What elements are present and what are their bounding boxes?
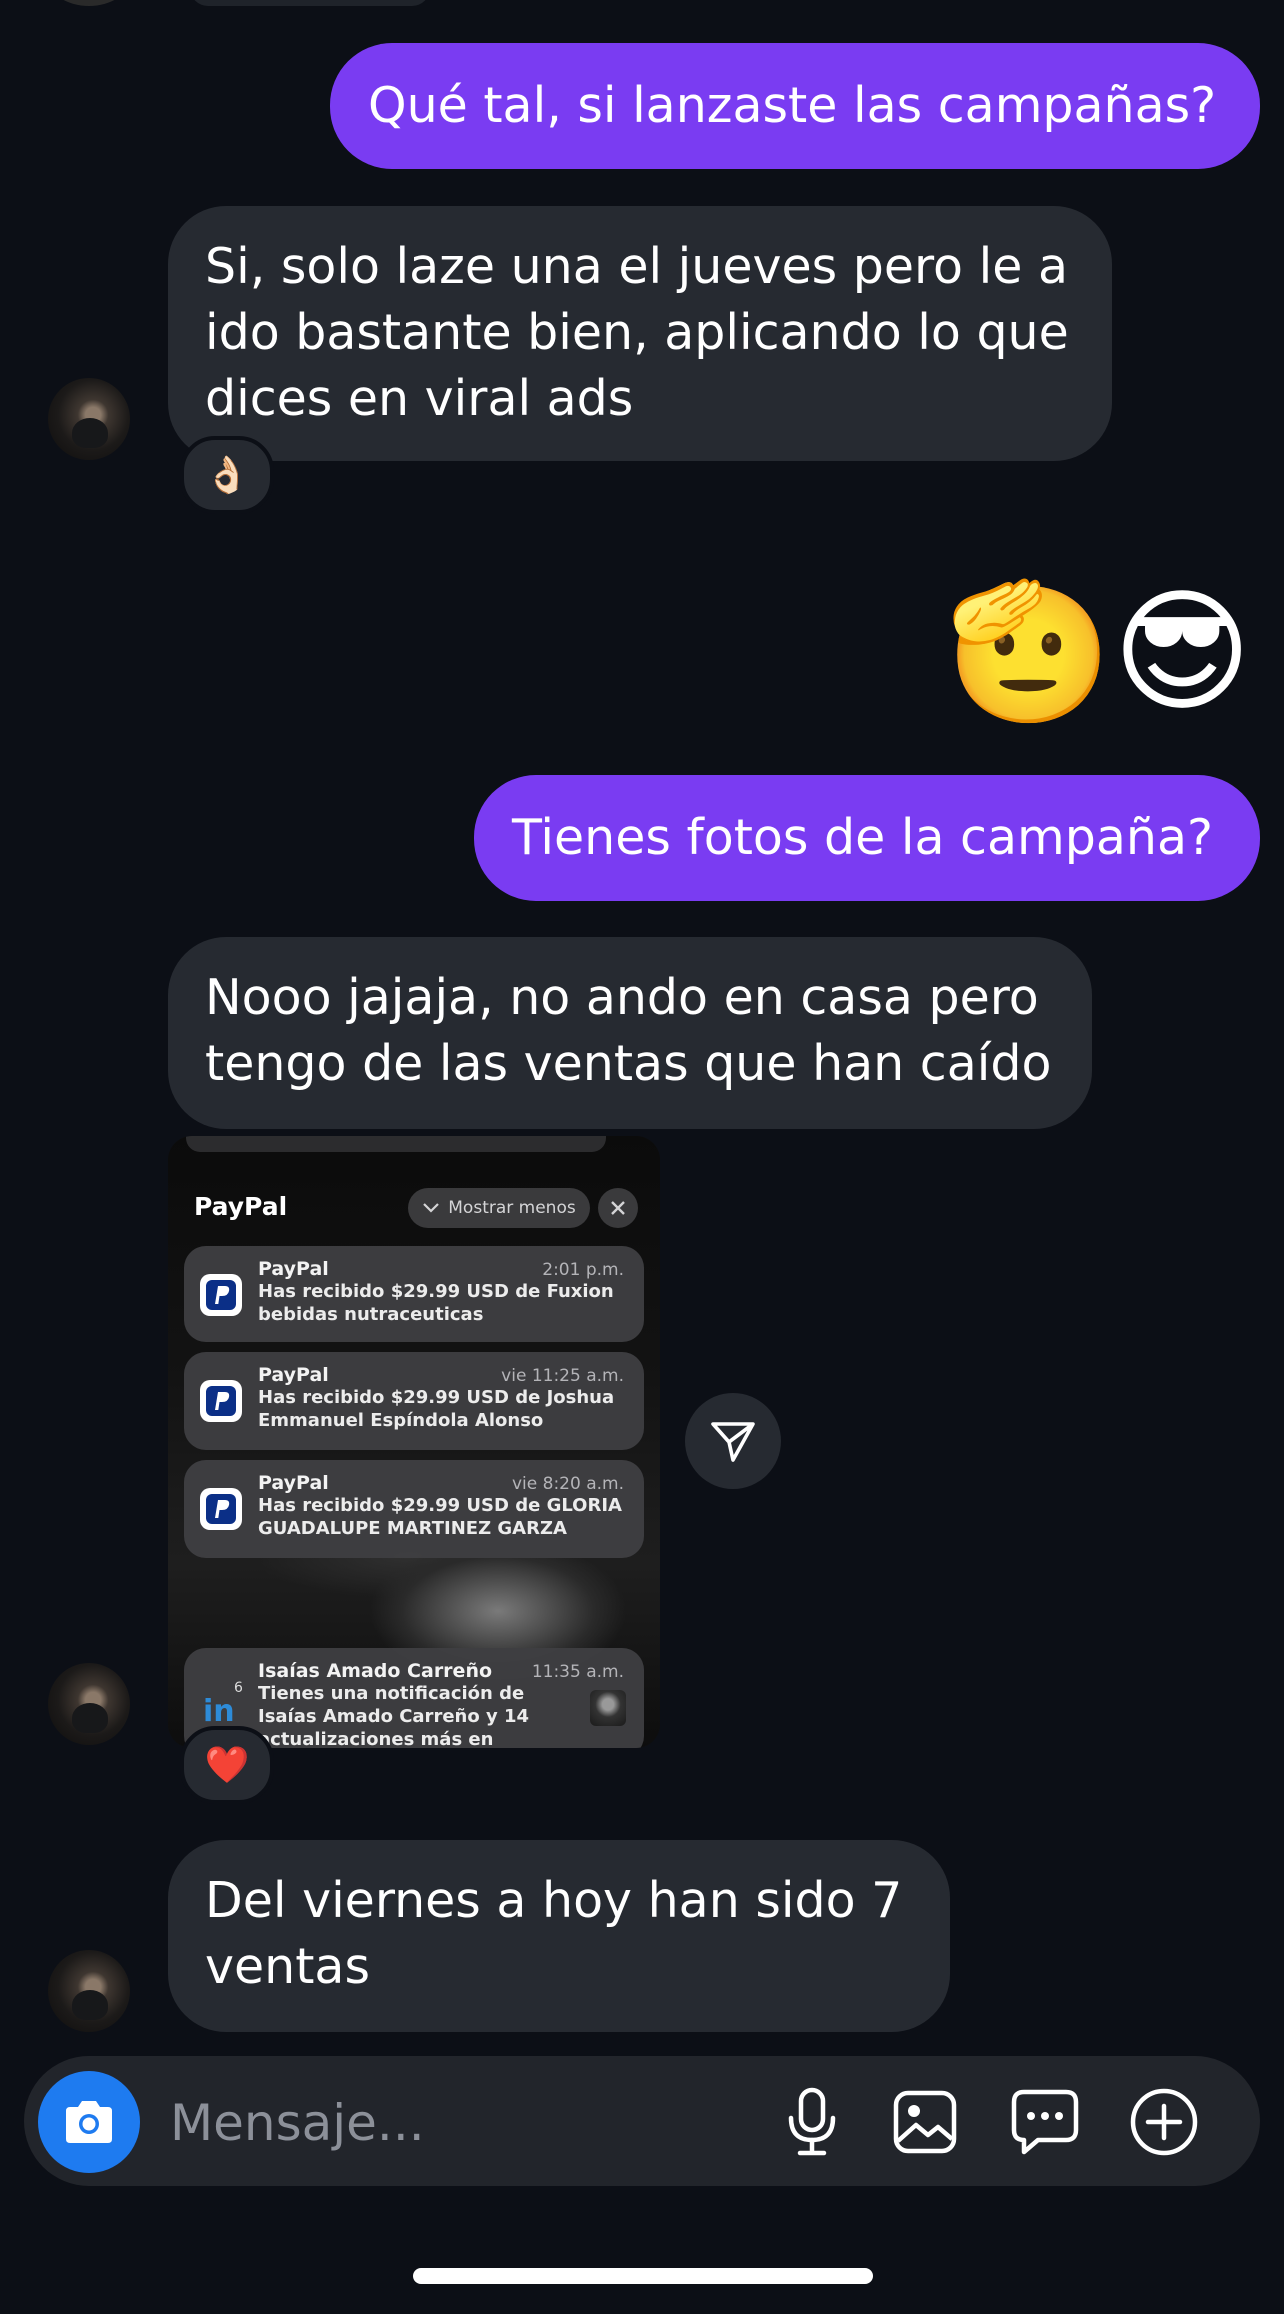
cropped-notification (186, 1136, 606, 1152)
notification-body: Has recibido $29.99 USD de Joshua Emmanu… (258, 1387, 615, 1431)
notification-card: PayPal vie 11:25 a.m. Has recibido $29.9… (184, 1352, 644, 1450)
message-sent[interactable]: Qué tal, si lanzaste las campañas? (330, 43, 1260, 169)
previous-message-bubble (190, 0, 430, 6)
svg-text:in: in (203, 1694, 235, 1725)
show-less-button: Mostrar menos (408, 1188, 590, 1228)
camera-icon (66, 2101, 112, 2143)
shared-screenshot[interactable]: PayPal Mostrar menos PayPal 2:01 p.m. Ha… (168, 1136, 660, 1748)
chevron-down-icon (423, 1203, 440, 1213)
message-text: Del viernes a hoy han sido 7 ventas (205, 1872, 903, 1995)
camera-button[interactable] (38, 2071, 140, 2173)
avatar[interactable] (48, 0, 130, 6)
gallery-icon (893, 2090, 957, 2154)
message-sent[interactable]: Tienes fotos de la campaña? (474, 775, 1260, 901)
emoji-text: 🫡😎 (945, 574, 1252, 730)
notification-time: vie 11:25 a.m. (501, 1366, 624, 1386)
message-received[interactable]: Si, solo laze una el jueves pero le a id… (168, 206, 1112, 461)
message-text: Si, solo laze una el jueves pero le a id… (205, 238, 1069, 427)
plus-icon (1130, 2088, 1198, 2156)
plus-button[interactable] (1122, 2080, 1206, 2164)
message-text: Qué tal, si lanzaste las campañas? (368, 77, 1217, 134)
message-received[interactable]: Del viernes a hoy han sido 7 ventas (168, 1840, 950, 2032)
show-less-label: Mostrar menos (448, 1198, 576, 1218)
notification-card: PayPal 2:01 p.m. Has recibido $29.99 USD… (184, 1246, 644, 1342)
notification-group-title: PayPal (194, 1192, 288, 1221)
reaction-emoji: ❤️ (204, 1745, 250, 1786)
microphone-button[interactable] (770, 2080, 854, 2164)
notification-time: 11:35 a.m. (531, 1662, 624, 1682)
notification-thumbnail (590, 1690, 626, 1726)
message-received[interactable]: Nooo jajaja, no ando en casa pero tengo … (168, 937, 1092, 1129)
emoji-message[interactable]: 🫡😎 (922, 572, 1252, 732)
gallery-button[interactable] (883, 2080, 967, 2164)
sticker-icon (1011, 2089, 1079, 2155)
notification-body: Has recibido $29.99 USD de GLORIA GUADAL… (258, 1495, 622, 1539)
share-icon (711, 1422, 755, 1462)
avatar[interactable] (48, 378, 130, 460)
share-button[interactable] (685, 1393, 781, 1489)
notification-card: PayPal vie 8:20 a.m. Has recibido $29.99… (184, 1460, 644, 1558)
reaction-badge[interactable]: 👌🏻 (180, 436, 274, 514)
close-icon (598, 1188, 638, 1228)
notification-time: 2:01 p.m. (542, 1260, 624, 1280)
notification-body: Has recibido $29.99 USD de Fuxion bebida… (258, 1281, 614, 1325)
microphone-icon (788, 2087, 836, 2156)
avatar[interactable] (48, 1663, 130, 1745)
notification-time: vie 8:20 a.m. (511, 1474, 624, 1494)
sticker-button[interactable] (1003, 2080, 1087, 2164)
message-input[interactable] (168, 2086, 732, 2160)
message-text: Tienes fotos de la campaña? (512, 809, 1213, 866)
paypal-icon (200, 1488, 242, 1530)
notification-badge: 6 (234, 1680, 243, 1696)
avatar[interactable] (48, 1950, 130, 2032)
message-text: Nooo jajaja, no ando en casa pero tengo … (205, 969, 1052, 1092)
paypal-icon (200, 1274, 242, 1316)
linkedin-icon: in 6 (200, 1680, 243, 1728)
paypal-icon (200, 1380, 242, 1422)
home-indicator[interactable] (413, 2268, 873, 2284)
reaction-badge[interactable]: ❤️ (180, 1726, 274, 1804)
reaction-emoji: 👌🏻 (204, 455, 250, 496)
notification-body: Tienes una notificación de Isaías Amado … (258, 1683, 530, 1748)
